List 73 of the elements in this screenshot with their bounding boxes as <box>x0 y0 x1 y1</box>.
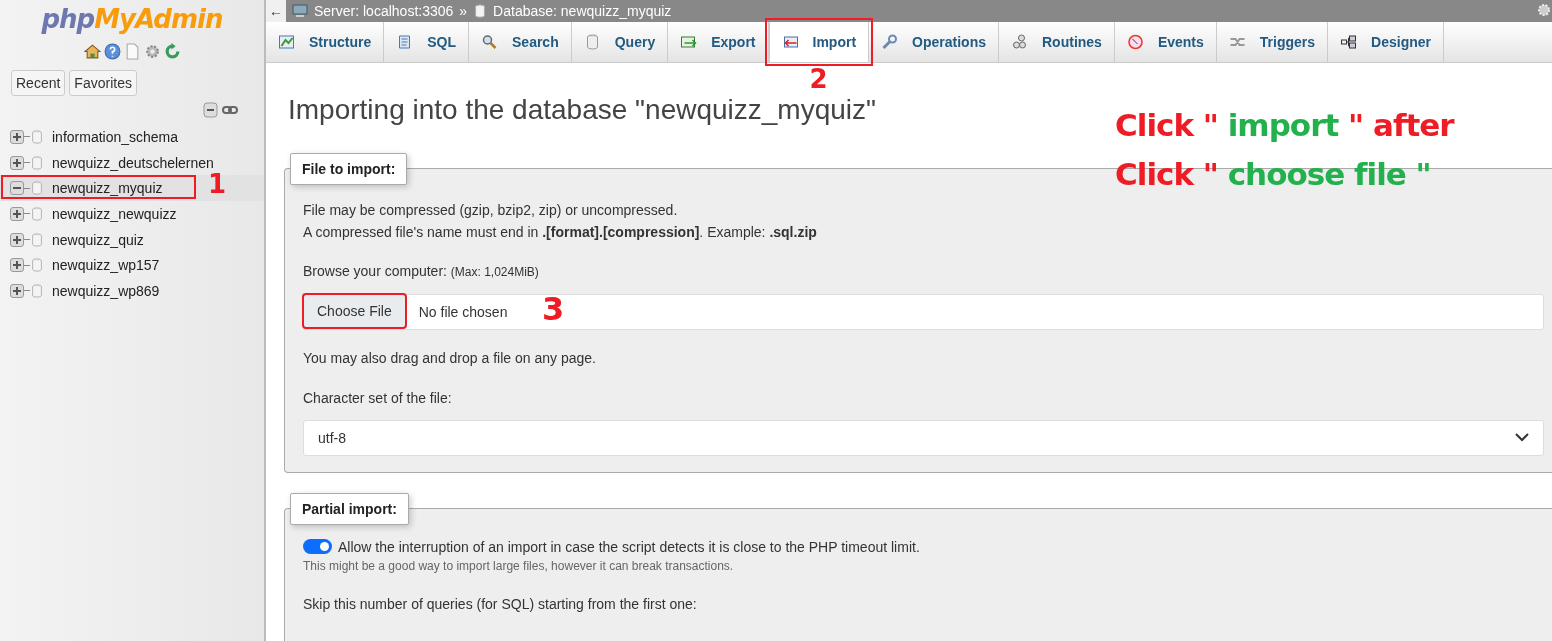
settings-icon <box>1536 2 1552 18</box>
operations-icon <box>881 34 899 50</box>
database-tree-item[interactable]: information_schema <box>0 124 264 150</box>
step-number: 3 <box>542 292 565 325</box>
tab[interactable]: Structure <box>266 22 385 62</box>
routines-icon <box>1011 34 1028 50</box>
events-icon <box>1126 34 1144 50</box>
structure-icon <box>278 34 295 50</box>
database-tree-item[interactable]: newquizz_newquizz <box>0 201 264 227</box>
section-legend: Partial import: <box>290 492 409 525</box>
field-label: Browse your computer: <box>303 262 447 279</box>
step-number: 2 <box>809 66 828 92</box>
logo-wordmark: MyAdmin <box>94 4 223 34</box>
database-icon <box>30 181 44 196</box>
database-icon <box>473 4 488 18</box>
tab[interactable]: Designer <box>1328 22 1444 62</box>
expand-icon[interactable] <box>10 258 24 273</box>
file-input[interactable]: Choose File No file chosen 3 <box>303 293 1544 330</box>
chevron-down-icon <box>1515 433 1529 443</box>
hint-text: This might be a good way to import large files, however it can break transactions. <box>303 557 735 575</box>
collapse-icon[interactable] <box>10 181 24 196</box>
help-icon <box>103 43 121 60</box>
database-icon <box>30 283 44 298</box>
hint-text: You may also drag and drop a file on any page. <box>303 348 597 368</box>
database-tree-item[interactable]: newquizz_quiz <box>0 226 264 253</box>
tab[interactable]: Search <box>469 22 572 62</box>
expand-icon[interactable] <box>10 129 24 144</box>
collapse-all-icon <box>202 102 218 118</box>
choose-file-button[interactable]: Choose File <box>303 294 406 329</box>
field-label: Skip this number of queries (for SQL) starting from the first one: <box>303 594 698 614</box>
database-tree-item[interactable]: newquizz_wp157 <box>0 252 264 279</box>
expand-icon[interactable] <box>10 232 24 247</box>
tab[interactable]: Triggers <box>1216 22 1329 62</box>
breadcrumb-link[interactable]: Server: localhost:3306 <box>314 3 454 19</box>
sidebar-tab[interactable]: Favorites <box>69 70 137 96</box>
hint-text: File may be compressed (gzip, bzip2, zip) or uncompressed. <box>303 200 679 220</box>
database-icon <box>30 206 44 221</box>
instruction-text: Click " import " after Click " choose file " <box>1115 106 1454 194</box>
home-icon <box>83 43 101 60</box>
charset-select[interactable]: utf-8 <box>303 419 1544 456</box>
field-label: Character set of the file: <box>303 388 453 408</box>
export-icon <box>680 34 698 50</box>
database-icon <box>30 258 44 273</box>
back-button[interactable]: ← <box>266 0 286 22</box>
reload-icon <box>163 43 181 60</box>
breadcrumb-link[interactable]: Database: newquizz_myquiz <box>493 3 672 19</box>
file-status: No file chosen <box>418 303 508 320</box>
import-icon <box>781 34 799 50</box>
database-icon <box>30 155 44 170</box>
tab[interactable]: Query <box>571 22 669 62</box>
section-legend: File to import: <box>290 152 408 185</box>
toggle-label: Allow the interruption of an import in case the script detects it is close to the PHP timeout limit. <box>338 538 920 555</box>
database-icon <box>30 129 44 144</box>
database-icon <box>30 232 44 247</box>
expand-icon[interactable] <box>10 206 24 221</box>
hint-text: A compressed file's name must end in .[format].[compression]. Example: .sql.zip <box>303 222 818 242</box>
tab[interactable]: Routines <box>999 22 1115 62</box>
breadcrumb-separator: » <box>459 3 468 19</box>
expand-icon[interactable] <box>10 155 24 170</box>
settings-icon <box>143 43 161 60</box>
designer-icon <box>1340 34 1358 50</box>
logo-prefix: php <box>41 4 95 34</box>
tab[interactable]: Events <box>1114 22 1217 62</box>
max-size-text: (Max: 1,024MiB) <box>450 264 539 279</box>
server-icon <box>292 3 308 19</box>
expand-icon[interactable] <box>10 283 24 298</box>
search-icon <box>481 34 498 50</box>
toggle-switch[interactable] <box>303 539 332 555</box>
page-title: Importing into the database "newquizz_myquiz" <box>288 95 876 126</box>
database-tree-item[interactable]: newquizz_wp869 <box>0 278 264 304</box>
tab[interactable]: SQL <box>384 22 469 62</box>
tab[interactable]: Operations <box>869 22 999 62</box>
sidebar-tab[interactable]: Recent <box>11 70 66 96</box>
